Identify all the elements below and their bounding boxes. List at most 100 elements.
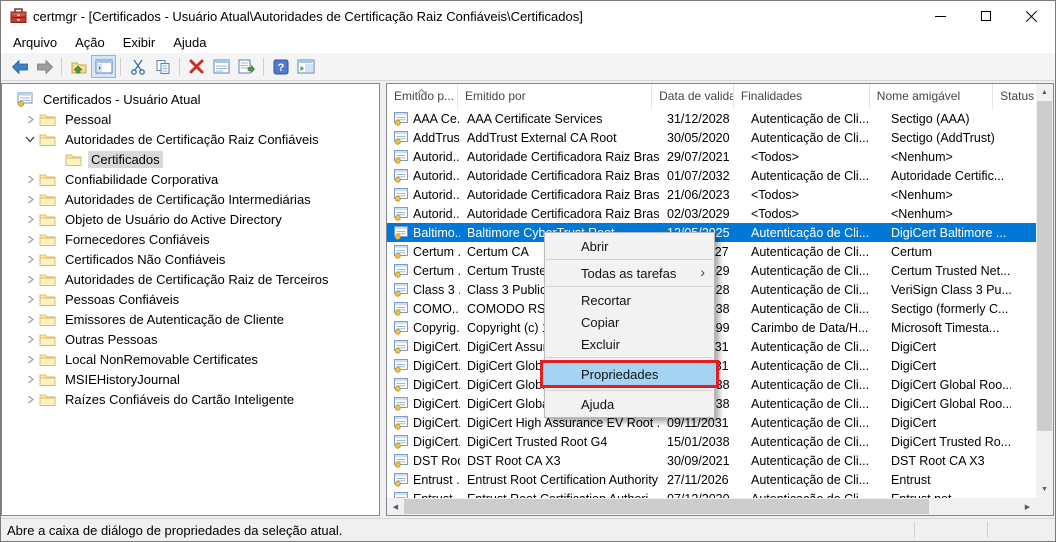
minimize-button[interactable]	[917, 1, 963, 31]
chevron-right-icon[interactable]	[22, 191, 38, 207]
menu-bar-item[interactable]: Ajuda	[164, 33, 215, 52]
scroll-left-icon[interactable]: ◀	[387, 498, 404, 515]
main-area: Certificados - Usuário Atual	[1, 81, 1055, 518]
tree-item[interactable]: Certificados	[2, 149, 379, 169]
maximize-icon	[981, 11, 991, 21]
column-header-friendly-name[interactable]: Nome amigável	[870, 84, 993, 109]
delete-button[interactable]	[184, 55, 209, 78]
table-row[interactable]: Autorid... Autoridade Certificadora Raiz…	[387, 204, 1036, 223]
toolbar-separator	[179, 58, 180, 76]
context-menu-item[interactable]: Todas as tarefas ›	[545, 262, 714, 284]
tree-item-label: Local NonRemovable Certificates	[62, 351, 261, 368]
horizontal-scrollbar[interactable]: ◀ ▶	[387, 498, 1036, 515]
chevron-right-icon[interactable]	[22, 111, 38, 127]
chevron-right-icon[interactable]	[22, 171, 38, 187]
properties-button[interactable]	[209, 55, 234, 78]
menu-bar-item[interactable]: Arquivo	[4, 33, 66, 52]
menu-bar-item[interactable]: Exibir	[114, 33, 165, 52]
chevron-right-icon[interactable]	[22, 351, 38, 367]
tree-item[interactable]: MSIEHistoryJournal	[2, 369, 379, 389]
toolbar: ?	[1, 53, 1055, 81]
sort-ascending-icon	[417, 84, 426, 97]
forward-button[interactable]	[32, 55, 57, 78]
maximize-button[interactable]	[963, 1, 1009, 31]
chevron-right-icon[interactable]	[22, 211, 38, 227]
tree-item[interactable]: Outras Pessoas	[2, 329, 379, 349]
tree-item[interactable]: Confiabilidade Corporativa	[2, 169, 379, 189]
tree-item[interactable]: Pessoal	[2, 109, 379, 129]
column-header-expiration[interactable]: Data de validade	[652, 84, 734, 109]
help-button[interactable]: ?	[268, 55, 293, 78]
table-row[interactable]: Autorid... Autoridade Certificadora Raiz…	[387, 147, 1036, 166]
chevron-right-icon[interactable]	[22, 331, 38, 347]
help-icon: ?	[273, 59, 289, 75]
tree-item[interactable]: Objeto de Usuário do Active Directory	[2, 209, 379, 229]
export-list-button[interactable]	[234, 55, 259, 78]
close-button[interactable]	[1009, 1, 1055, 31]
menu-bar-item[interactable]: Ação	[66, 33, 114, 52]
tree-item[interactable]: Fornecedores Confiáveis	[2, 229, 379, 249]
context-menu-item[interactable]	[546, 259, 713, 260]
table-row[interactable]: Entrust ... Entrust Root Certification A…	[387, 489, 1036, 498]
copy-button[interactable]	[150, 55, 175, 78]
scroll-right-icon[interactable]: ▶	[1019, 498, 1036, 515]
show-console-tree-icon	[95, 59, 113, 74]
vertical-scrollbar[interactable]: ▲ ▼	[1036, 84, 1053, 498]
show-console-tree-button[interactable]	[91, 55, 116, 78]
table-row[interactable]: DST Roo... DST Root CA X3 30/09/2021 Aut…	[387, 451, 1036, 470]
tree-item[interactable]: Pessoas Confiáveis	[2, 289, 379, 309]
context-menu-item[interactable]	[546, 286, 713, 287]
context-menu-item[interactable]	[546, 390, 713, 391]
properties-window-icon	[213, 59, 230, 74]
tree-item-label: Certificados Não Confiáveis	[62, 251, 228, 268]
table-row[interactable]: DigiCert... DigiCert Trusted Root G4 15/…	[387, 432, 1036, 451]
table-row[interactable]: Autorid... Autoridade Certificadora Raiz…	[387, 185, 1036, 204]
column-header-issued-by[interactable]: Emitido por	[458, 84, 652, 109]
scroll-up-icon[interactable]: ▲	[1036, 84, 1053, 101]
chevron-right-icon[interactable]	[22, 371, 38, 387]
tree-item[interactable]: Autoridades de Certificação Raiz de Terc…	[2, 269, 379, 289]
chevron-down-icon[interactable]	[22, 131, 38, 147]
show-action-pane-button[interactable]	[293, 55, 318, 78]
tree-item[interactable]: Certificados Não Confiáveis	[2, 249, 379, 269]
tree-item-label: Confiabilidade Corporativa	[62, 171, 221, 188]
tree-item[interactable]: Certificados - Usuário Atual	[2, 89, 379, 109]
column-header-purposes[interactable]: Finalidades	[734, 84, 870, 109]
chevron-right-icon[interactable]	[22, 251, 38, 267]
up-one-level-button[interactable]	[66, 55, 91, 78]
context-menu-item[interactable]: Propriedades	[540, 360, 719, 388]
context-menu-item[interactable]: Copiar	[545, 311, 714, 333]
context-menu-item-label: Abrir	[581, 239, 608, 254]
chevron-right-icon[interactable]	[22, 311, 38, 327]
chevron-right-icon[interactable]	[22, 291, 38, 307]
column-header-status[interactable]: Status	[993, 84, 1036, 109]
scroll-down-icon[interactable]: ▼	[1036, 481, 1053, 498]
context-menu-item-label: Copiar	[581, 315, 619, 330]
chevron-right-icon[interactable]	[22, 391, 38, 407]
tree-item[interactable]: Emissores de Autenticação de Cliente	[2, 309, 379, 329]
certificate-icon	[394, 263, 409, 278]
cut-button[interactable]	[125, 55, 150, 78]
context-menu-item[interactable]: Recortar	[545, 289, 714, 311]
table-row[interactable]: Autorid... Autoridade Certificadora Raiz…	[387, 166, 1036, 185]
column-header-issued-to[interactable]: Emitido p...	[387, 84, 458, 109]
tree-item-label: Fornecedores Confiáveis	[62, 231, 213, 248]
tree-item[interactable]: Autoridades de Certificação Intermediári…	[2, 189, 379, 209]
tree-item[interactable]: Local NonRemovable Certificates	[2, 349, 379, 369]
status-bar-divider	[987, 522, 988, 538]
tree-item-label: Autoridades de Certificação Intermediári…	[62, 191, 314, 208]
table-row[interactable]: Entrust ... Entrust Root Certification A…	[387, 470, 1036, 489]
horizontal-scrollbar-thumb[interactable]	[404, 499, 929, 514]
chevron-right-icon[interactable]	[22, 231, 38, 247]
vertical-scrollbar-thumb[interactable]	[1037, 101, 1052, 431]
table-row[interactable]: AAA Ce... AAA Certificate Services 31/12…	[387, 109, 1036, 128]
tree-item[interactable]: Autoridades de Certificação Raiz Confiáv…	[2, 129, 379, 149]
context-menu-item[interactable]: Excluir	[545, 333, 714, 355]
context-menu-item[interactable]	[546, 357, 713, 358]
tree-item[interactable]: Raízes Confiáveis do Cartão Inteligente	[2, 389, 379, 409]
table-row[interactable]: AddTrus... AddTrust External CA Root 30/…	[387, 128, 1036, 147]
context-menu-item[interactable]: Abrir	[545, 235, 714, 257]
back-button[interactable]	[7, 55, 32, 78]
context-menu-item[interactable]: Ajuda	[545, 393, 714, 415]
chevron-right-icon[interactable]	[22, 271, 38, 287]
